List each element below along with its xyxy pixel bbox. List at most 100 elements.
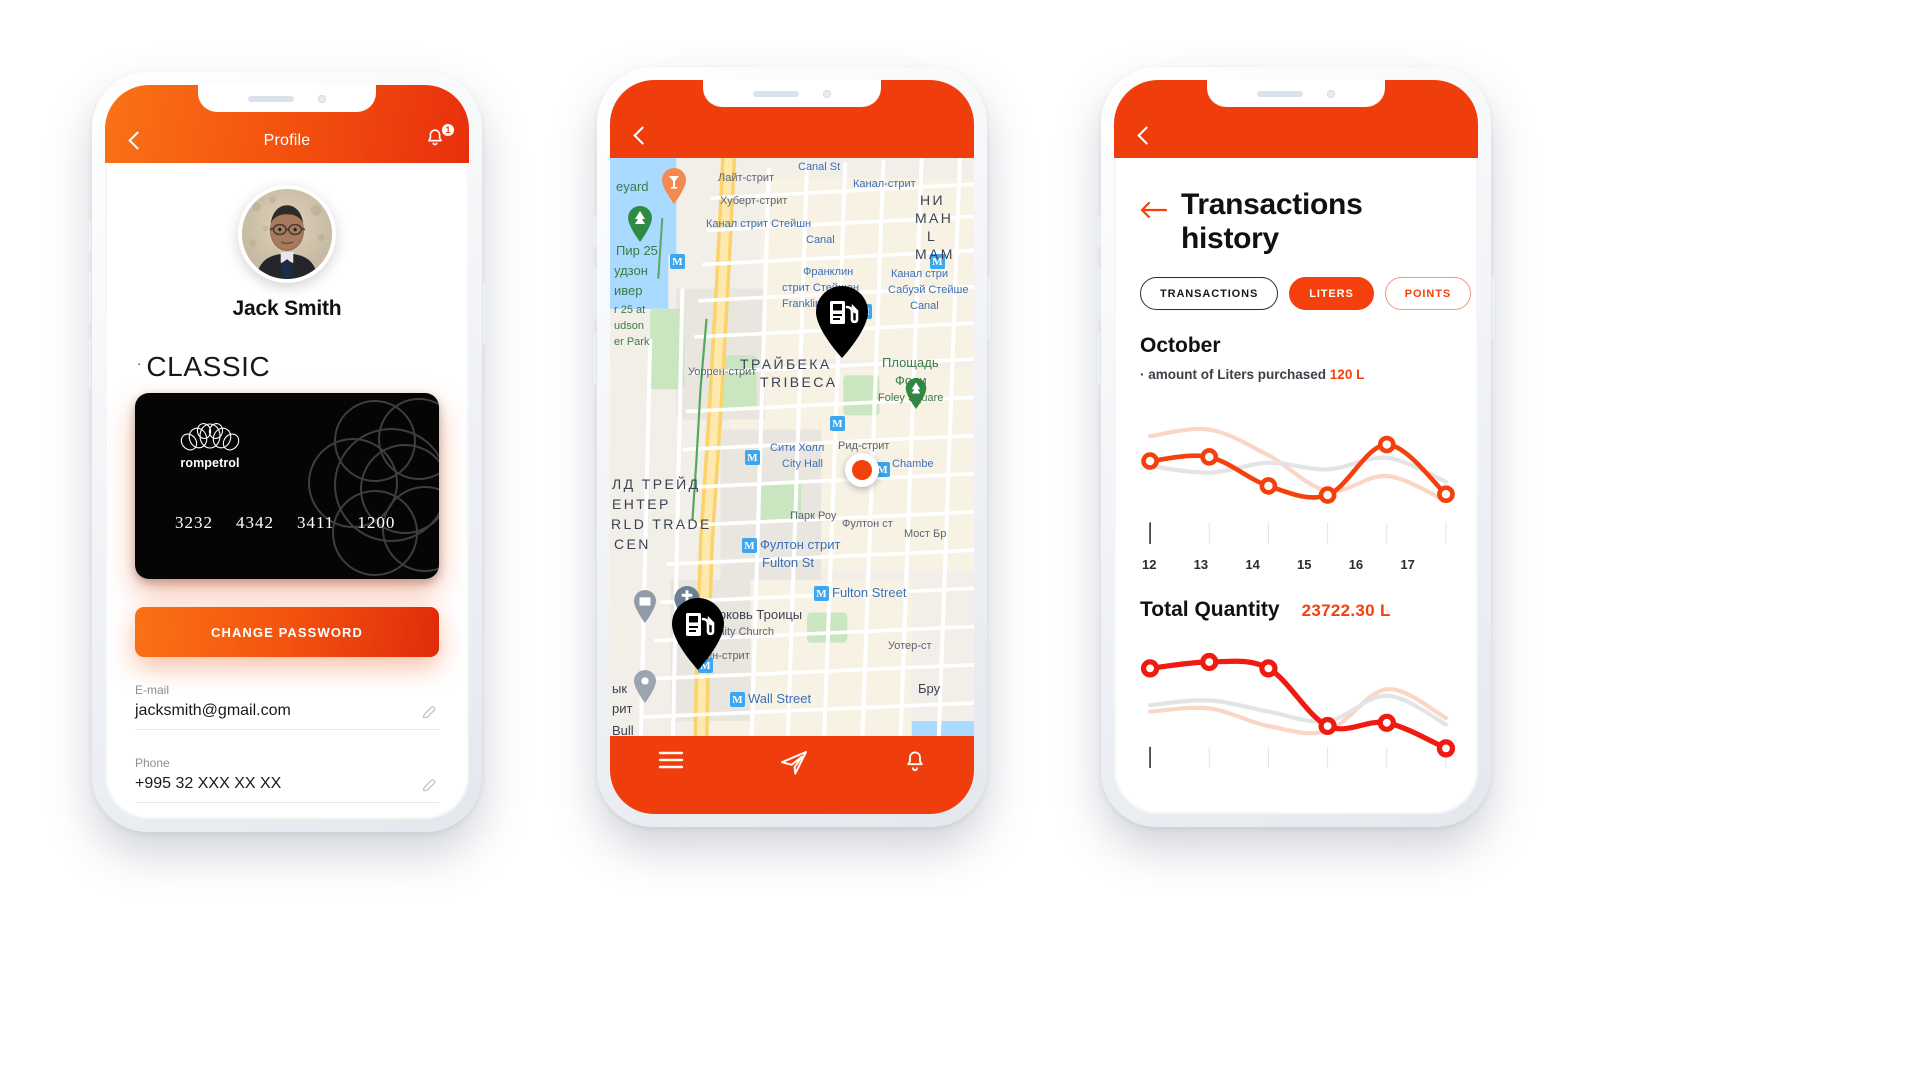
stats-tabs: TRANSACTIONS LITERS POINTS xyxy=(1140,277,1472,311)
chart-data-point[interactable] xyxy=(1377,435,1396,454)
total-quantity-row: Total Quantity 23722.30 L xyxy=(1140,598,1452,622)
restaurant-pin-icon[interactable] xyxy=(660,168,688,204)
metro-marker[interactable]: M xyxy=(830,416,845,431)
card-number-group: 4342 xyxy=(236,513,274,532)
phone-notch xyxy=(703,80,881,107)
phone-value: +995 32 XXX XX XX xyxy=(135,775,282,792)
park-pin-icon[interactable] xyxy=(626,206,654,242)
card-logo: rompetrol xyxy=(177,419,243,470)
chart-data-point[interactable] xyxy=(1377,713,1396,733)
menu-icon[interactable] xyxy=(658,750,684,770)
metro-marker[interactable]: M xyxy=(930,254,945,269)
tab-points[interactable]: POINTS xyxy=(1384,277,1472,311)
card-number-group: 3232 xyxy=(175,513,213,532)
rompetrol-logo-icon xyxy=(180,423,240,451)
chart-data-point[interactable] xyxy=(1140,659,1160,678)
chart-series-line xyxy=(1147,658,1449,752)
screenshot-stage: Profile 1 Jack Smith · CLASSIC rompetrol… xyxy=(0,0,1920,1080)
notifications-button[interactable]: 1 xyxy=(425,123,455,154)
field-divider xyxy=(135,729,439,730)
user-name: Jack Smith xyxy=(232,297,342,320)
email-label: E-mail xyxy=(135,683,170,697)
tab-transactions[interactable]: TRANSACTIONS xyxy=(1140,277,1279,311)
phone-notch xyxy=(1207,80,1385,107)
phone-stats: Transactions history TRANSACTIONS LITERS… xyxy=(1098,67,1494,827)
amount-value: 120 L xyxy=(1329,367,1365,383)
back-chevron-icon[interactable] xyxy=(1132,123,1158,149)
chart-data-point[interactable] xyxy=(1436,739,1456,758)
total-quantity-chart-svg xyxy=(1140,653,1456,769)
museum-pin-icon[interactable] xyxy=(632,590,658,623)
field-divider xyxy=(135,802,439,803)
profile-content: Jack Smith · CLASSIC rompetrol 3232 4342… xyxy=(105,185,469,819)
page-title: Profile xyxy=(263,132,311,149)
card-brand: rompetrol xyxy=(180,456,240,470)
card-rings-decoration xyxy=(308,398,439,576)
total-quantity-label: Total Quantity xyxy=(1140,598,1280,622)
metro-marker[interactable]: M xyxy=(814,586,829,601)
phone-profile: Profile 1 Jack Smith · CLASSIC rompetrol… xyxy=(89,72,485,832)
metro-marker[interactable]: M xyxy=(670,254,685,269)
loyalty-card[interactable]: rompetrol 3232 4342 3411 1200 xyxy=(135,393,439,579)
fuel-station-pin[interactable] xyxy=(670,598,726,670)
map-canvas xyxy=(610,158,974,766)
amount-prefix: · amount of Liters purchased xyxy=(1140,367,1327,383)
email-field[interactable]: E-mail jacksmith@gmail.com xyxy=(135,683,439,730)
tier-bullet: · xyxy=(137,356,142,371)
map-view[interactable]: M M M M M M M M M M M eyardЛайт-стритCan… xyxy=(610,158,974,814)
chart-data-point[interactable] xyxy=(1259,477,1278,495)
send-icon[interactable] xyxy=(780,750,808,776)
total-quantity-value: 23722.30 L xyxy=(1301,601,1391,621)
metro-marker[interactable]: M xyxy=(742,538,757,553)
notification-badge: 1 xyxy=(441,123,455,137)
fuel-pin-icon xyxy=(816,286,868,358)
card-number-group: 1200 xyxy=(357,513,396,532)
pencil-icon[interactable] xyxy=(421,705,437,721)
stats-content: Transactions history TRANSACTIONS LITERS… xyxy=(1114,158,1478,814)
map-tabbar xyxy=(610,736,974,814)
back-chevron-icon[interactable] xyxy=(628,123,654,149)
tier-row: · CLASSIC xyxy=(135,351,439,383)
phone-label: Phone xyxy=(135,756,170,770)
metro-marker[interactable]: M xyxy=(745,450,760,465)
metro-marker[interactable]: M xyxy=(730,692,745,707)
arrow-left-icon[interactable] xyxy=(1140,201,1168,219)
chart-data-point[interactable] xyxy=(1200,653,1219,672)
phone-field[interactable]: Phone +995 32 XXX XX XX xyxy=(135,756,439,803)
card-number: 3232 4342 3411 1200 xyxy=(175,513,395,533)
fuel-station-pin[interactable] xyxy=(814,286,870,358)
change-password-button[interactable]: CHANGE PASSWORD xyxy=(135,607,439,657)
place-pin-icon[interactable] xyxy=(632,670,658,703)
bell-icon[interactable] xyxy=(904,750,926,774)
park-pin-icon[interactable] xyxy=(904,378,928,409)
avatar[interactable] xyxy=(238,185,336,283)
tab-liters[interactable]: LITERS xyxy=(1289,277,1374,311)
chart-data-point[interactable] xyxy=(1318,486,1337,505)
phone-notch xyxy=(198,85,376,112)
chart-data-point[interactable] xyxy=(1259,659,1278,678)
total-quantity-chart xyxy=(1140,632,1456,769)
chart-axis-tick: 13 xyxy=(1193,557,1209,573)
liters-chart xyxy=(1140,400,1455,550)
amount-summary: · amount of Liters purchased 120 L xyxy=(1140,367,1452,382)
phone-map: M M M M M M M M M M M eyardЛайт-стритCan… xyxy=(594,67,990,827)
chart-data-point[interactable] xyxy=(1200,448,1219,466)
chart-axis-tick: 14 xyxy=(1245,557,1260,573)
pencil-icon[interactable] xyxy=(421,778,437,794)
email-value: jacksmith@gmail.com xyxy=(135,702,291,719)
liters-chart-axis: 12 13 14 15 16 17 xyxy=(1140,557,1452,572)
page-title: Transactions history xyxy=(1181,188,1363,255)
chart-data-point[interactable] xyxy=(1318,717,1337,736)
chart-axis-tick: 17 xyxy=(1400,557,1415,573)
current-location-dot[interactable] xyxy=(845,453,879,487)
month-label: October xyxy=(1140,334,1221,358)
back-chevron-icon[interactable] xyxy=(123,128,149,154)
chart-data-point[interactable] xyxy=(1141,452,1159,471)
liters-chart-svg xyxy=(1141,427,1455,545)
chart-axis-tick: 16 xyxy=(1348,557,1364,573)
tier-name: CLASSIC xyxy=(146,351,271,382)
chart-axis-tick: 15 xyxy=(1297,557,1312,573)
chart-axis-tick: 12 xyxy=(1142,557,1157,573)
card-number-group: 3411 xyxy=(297,513,335,532)
chart-data-point[interactable] xyxy=(1437,485,1455,504)
